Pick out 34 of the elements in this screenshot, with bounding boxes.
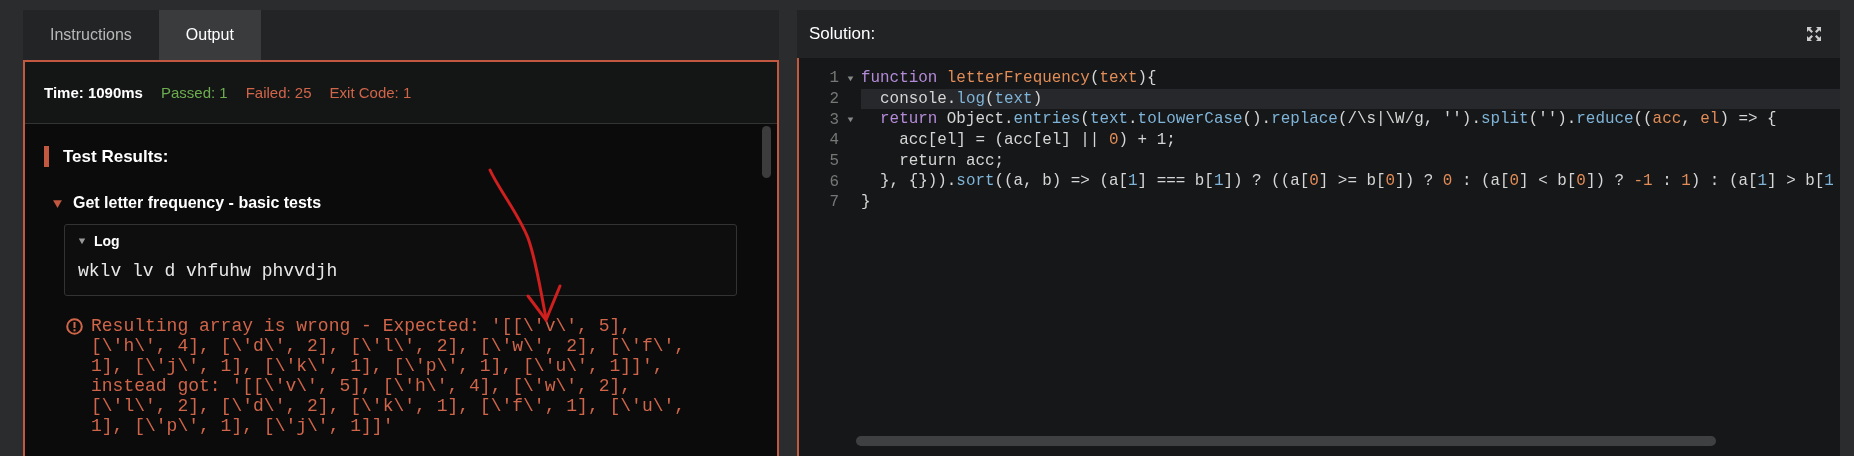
code-line: function letterFrequency(text){ xyxy=(861,68,1158,89)
line-number: 7 xyxy=(828,193,839,212)
panel-title: Solution: xyxy=(809,24,876,44)
code-line: return Object.entries(text.toLowerCase().replace(/\s|\W/g, '').split('').reduce((acc, el) => { xyxy=(879,109,1778,131)
code-line: } xyxy=(861,192,872,213)
elapsed-time: Time: 1090ms xyxy=(44,84,143,101)
section-title: Test Results: xyxy=(63,146,169,167)
fold-caret-icon[interactable] xyxy=(846,74,854,82)
line-number: 2 xyxy=(828,90,839,109)
failed-count: Failed: 25 xyxy=(245,84,312,101)
line-number: 1 xyxy=(828,69,839,88)
line-number: 5 xyxy=(828,152,839,171)
code-line: acc[el] = (acc[el] || 0) + 1; xyxy=(898,130,1177,151)
line-number: 3 xyxy=(828,110,839,129)
exit-code: Exit Code: 1 xyxy=(329,84,412,101)
caret-icon[interactable] xyxy=(78,237,86,245)
test-group-title[interactable]: Get letter frequency - basic tests xyxy=(73,194,322,212)
expand-icon[interactable] xyxy=(1806,26,1822,42)
code-line: }, {})).sort((a, b) => (a[1] === b[1]) ? ((a[0] >= b[0]) ? 0 : (a[0] < b[0]) ? -1 : 1) : (a[1] > b[1 xyxy=(879,171,1835,193)
code-line: return acc; xyxy=(898,150,1006,172)
scrollbar-thumb[interactable] xyxy=(856,436,1716,446)
error-icon xyxy=(66,318,83,335)
fold-caret-icon[interactable] xyxy=(846,116,854,124)
section-marker xyxy=(44,146,49,167)
log-title[interactable]: Log xyxy=(94,233,120,249)
error-message: Resulting array is wrong - Expected: '[[\'v\', 5], [\'h\', 4], [\'d\', 2], [\'l\', 2], [\'w\', 2], [\'f\', 1], [\'j\', 1], [\'k\', 1], [\'p\', 1], [\'u\', 1]]', instead got: '[[\'v\', 5], [\'h\', 4], [\'w\', 2], [\'l\', 2], [\'d\', 2], [\'k\', 1], [\'f\', 1], [\'u\', 1], [\'p\', 1], [\'j\', 1]]' xyxy=(91,316,687,436)
line-number: 6 xyxy=(828,172,839,191)
tab[interactable]: Output xyxy=(158,10,261,60)
passed-count: Passed: 1 xyxy=(160,84,228,101)
log-output: wklv lv d vhfuhw phvvdjh xyxy=(78,261,339,281)
tab[interactable]: Instructions xyxy=(23,10,159,60)
line-number: 4 xyxy=(828,131,839,150)
caret-icon[interactable] xyxy=(52,197,63,209)
scrollbar-thumb[interactable] xyxy=(762,126,771,178)
